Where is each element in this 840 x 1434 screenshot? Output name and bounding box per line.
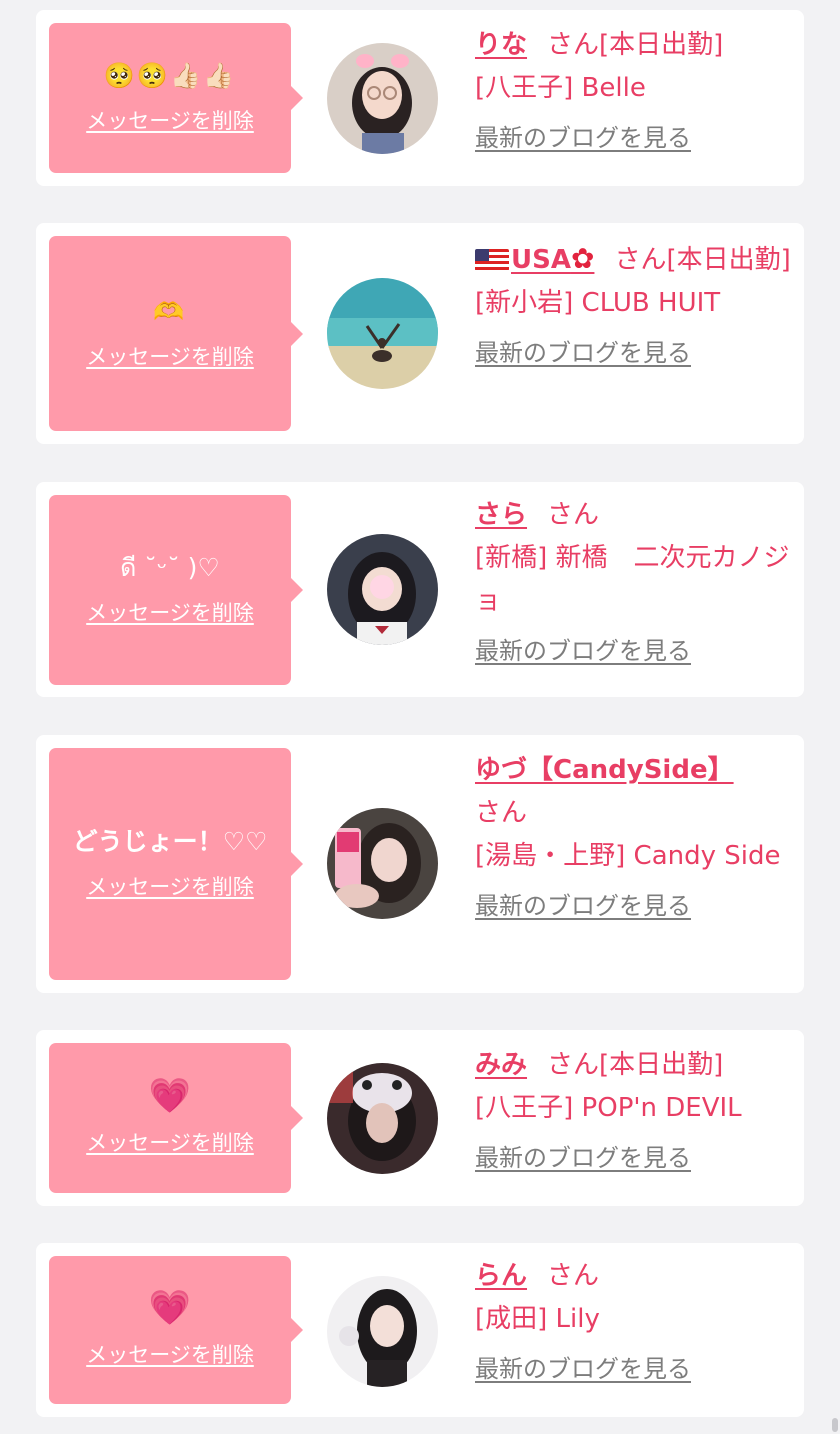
shop-label: [湯島・上野] Candy Side xyxy=(475,841,781,871)
today-badge: [本日出勤] xyxy=(599,30,724,60)
avatar[interactable] xyxy=(327,534,438,645)
scrollbar[interactable] xyxy=(832,1418,838,1432)
profile-name-link[interactable]: りな xyxy=(475,30,527,60)
avatar[interactable] xyxy=(327,808,438,919)
latest-blog-link[interactable]: 最新のブログを見る xyxy=(475,888,691,924)
hibiscus-icon: ✿ xyxy=(570,242,595,275)
honorific: さん xyxy=(547,30,600,60)
profile-name-link[interactable]: USA✿ xyxy=(475,242,595,275)
honorific: さん xyxy=(614,245,667,275)
profile-name-link[interactable]: みみ xyxy=(475,1050,527,1080)
message-card: 🥺🥺👍🏻👍🏻 メッセージを削除 りな さん[本日出勤] [八王子] Belle 最… xyxy=(36,10,804,186)
avatar[interactable] xyxy=(327,1276,438,1387)
heart-icon: 💗 xyxy=(148,1288,192,1328)
today-badge: [本日出勤] xyxy=(666,245,791,275)
message-card: 💗 メッセージを削除 らん さん [成田] Lily 最新のブログを見る xyxy=(36,1243,804,1417)
profile-info: みみ さん[本日出勤] [八王子] POP'n DEVIL 最新のブログを見る xyxy=(475,1044,792,1180)
avatar[interactable] xyxy=(327,1063,438,1174)
message-bubble: どうじょー！♡♡ メッセージを削除 xyxy=(49,748,303,980)
latest-blog-link[interactable]: 最新のブログを見る xyxy=(475,1140,691,1176)
heart-icon: 💗 xyxy=(148,1076,192,1116)
delete-message-link[interactable]: メッセージを削除 xyxy=(86,341,254,371)
honorific: さん xyxy=(547,1261,600,1291)
us-flag-icon xyxy=(475,249,509,271)
delete-message-link[interactable]: メッセージを削除 xyxy=(86,597,254,627)
message-card: 💗 メッセージを削除 みみ さん[本日出勤] [八王子] POP'n DEVIL … xyxy=(36,1030,804,1206)
profile-info: りな さん[本日出勤] [八王子] Belle 最新のブログを見る xyxy=(475,24,792,160)
message-card: どうじょー！♡♡ メッセージを削除 ゆづ【CandySide】 さん [湯島・上… xyxy=(36,735,804,993)
avatar[interactable] xyxy=(327,43,438,154)
message-bubble: 💗 メッセージを削除 xyxy=(49,1043,303,1193)
profile-name-link[interactable]: さら xyxy=(475,500,527,530)
profile-info: さら さん [新橋] 新橋 二次元カノジョ 最新のブログを見る xyxy=(475,494,792,673)
message-bubble: ดี ˘ᵕ˘ )♡ メッセージを削除 xyxy=(49,495,303,685)
honorific: さん xyxy=(475,798,528,828)
message-bubble: 💗 メッセージを削除 xyxy=(49,1256,303,1404)
delete-message-link[interactable]: メッセージを削除 xyxy=(86,1127,254,1157)
honorific: さん xyxy=(547,500,600,530)
message-text: ดี ˘ᵕ˘ )♡ xyxy=(120,553,220,582)
today-badge: [本日出勤] xyxy=(599,1050,724,1080)
honorific: さん xyxy=(547,1050,600,1080)
latest-blog-link[interactable]: 最新のブログを見る xyxy=(475,120,691,156)
profile-info: らん さん [成田] Lily 最新のブログを見る xyxy=(475,1255,792,1391)
latest-blog-link[interactable]: 最新のブログを見る xyxy=(475,633,691,669)
message-card: 🫶 メッセージを削除 USA✿ さん[本日出勤] [新小岩] CLUB HUIT … xyxy=(36,223,804,444)
delete-message-link[interactable]: メッセージを削除 xyxy=(86,105,254,135)
latest-blog-link[interactable]: 最新のブログを見る xyxy=(475,1351,691,1387)
shop-label: [新橋] 新橋 二次元カノジョ xyxy=(475,543,790,616)
message-text: どうじょー！♡♡ xyxy=(72,827,268,856)
message-card: ดี ˘ᵕ˘ )♡ メッセージを削除 さら さん [新橋] 新橋 二次元カノジョ … xyxy=(36,482,804,697)
shop-label: [八王子] Belle xyxy=(475,73,646,103)
profile-info: ゆづ【CandySide】 さん [湯島・上野] Candy Side 最新のブ… xyxy=(475,749,792,928)
message-bubble: 🥺🥺👍🏻👍🏻 メッセージを削除 xyxy=(49,23,303,173)
shop-label: [新小岩] CLUB HUIT xyxy=(475,288,721,318)
delete-message-link[interactable]: メッセージを削除 xyxy=(86,1339,254,1369)
profile-name-link[interactable]: ゆづ【CandySide】 xyxy=(475,755,734,785)
delete-message-link[interactable]: メッセージを削除 xyxy=(86,871,254,901)
message-bubble: 🫶 メッセージを削除 xyxy=(49,236,303,431)
profile-name-text: USA xyxy=(511,245,571,275)
shop-label: [八王子] POP'n DEVIL xyxy=(475,1093,742,1123)
message-text: 🥺🥺👍🏻👍🏻 xyxy=(103,61,237,90)
profile-name-link[interactable]: らん xyxy=(475,1261,527,1291)
shop-label: [成田] Lily xyxy=(475,1304,600,1334)
latest-blog-link[interactable]: 最新のブログを見る xyxy=(475,335,691,371)
profile-info: USA✿ さん[本日出勤] [新小岩] CLUB HUIT 最新のブログを見る xyxy=(475,237,792,375)
avatar[interactable] xyxy=(327,278,438,389)
message-text: 🫶 xyxy=(153,296,187,326)
